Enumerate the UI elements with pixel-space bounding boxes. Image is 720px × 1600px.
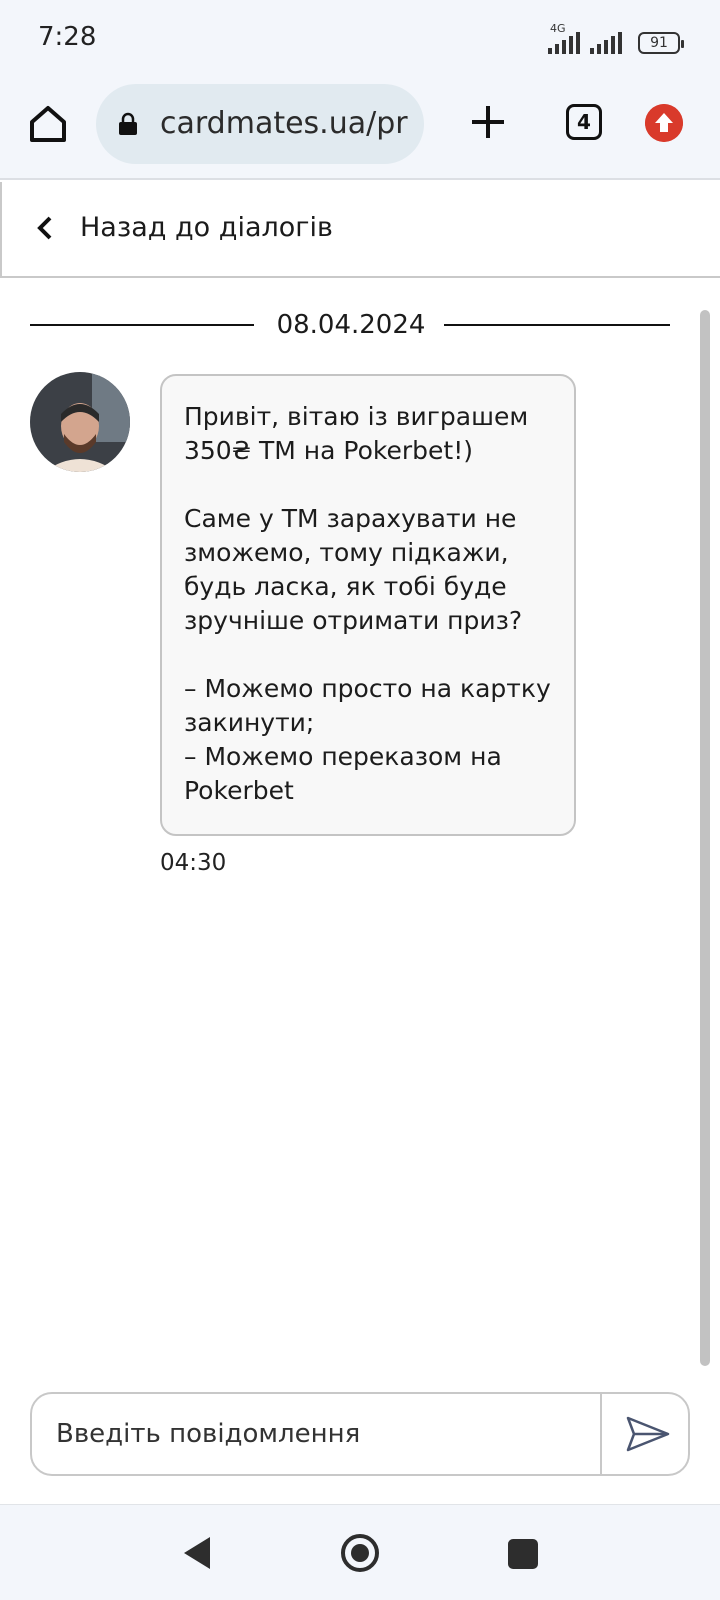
avatar-image [30,372,130,472]
lock-icon [119,112,137,135]
url-text: cardmates.ua/prc [160,106,408,141]
message-line: 350₴ ТМ на Pokerbet!) [184,436,473,465]
home-icon[interactable] [24,100,72,148]
network-type-label: 4G [550,22,566,35]
send-icon[interactable] [602,1394,690,1474]
message-time: 04:30 [160,850,227,876]
nav-back-icon[interactable] [180,1533,214,1573]
nav-home-icon[interactable] [340,1533,380,1573]
nav-recents-icon[interactable] [508,1539,538,1569]
message-line [184,468,552,502]
message-line: закинути; [184,708,315,737]
message-line: зможемо, тому підкажи, [184,538,509,567]
address-bar[interactable]: cardmates.ua/prc [96,84,424,164]
message-line: зручніше отримати приз? [184,606,523,635]
message-bubble: Привіт, вітаю із виграшем 350₴ ТМ на Pok… [160,374,576,836]
scrollbar[interactable] [700,310,710,1366]
message-line: Pokerbet [184,776,294,805]
update-arrow-icon[interactable] [645,104,683,142]
message-line: Привіт, вітаю із виграшем [184,402,529,431]
date-label: 08.04.2024 [276,310,426,340]
message-input[interactable] [32,1394,600,1474]
signal-4g-icon: 4G [548,22,580,54]
message-line [184,638,552,672]
battery-icon: 91 [638,32,684,54]
status-icons: 4G 91 [548,22,684,54]
tab-count-button[interactable]: 4 [566,104,602,140]
new-tab-icon[interactable] [466,100,510,144]
back-label: Назад до діалогів [80,212,333,243]
signal-icon [590,30,622,54]
divider [444,324,670,326]
back-to-dialogs-button[interactable]: Назад до діалогів [0,182,720,278]
avatar[interactable] [30,372,130,472]
message-line: будь ласка, як тобі буде [184,572,507,601]
status-bar: 7:28 4G 91 [0,0,720,80]
date-separator: 08.04.2024 [30,310,670,340]
message-line: – Можемо переказом на [184,742,502,771]
message-composer [30,1392,690,1476]
system-nav-bar [0,1504,720,1600]
message-line: – Можемо просто на картку [184,674,551,703]
message-line: Саме у ТМ зарахувати не [184,504,517,533]
status-time: 7:28 [38,22,97,52]
divider [30,324,254,326]
browser-toolbar: cardmates.ua/prc 4 [0,80,720,180]
chat-area: 08.04.2024 Привіт, вітаю із виграшем 350… [0,280,720,1380]
chevron-left-icon [37,216,52,240]
